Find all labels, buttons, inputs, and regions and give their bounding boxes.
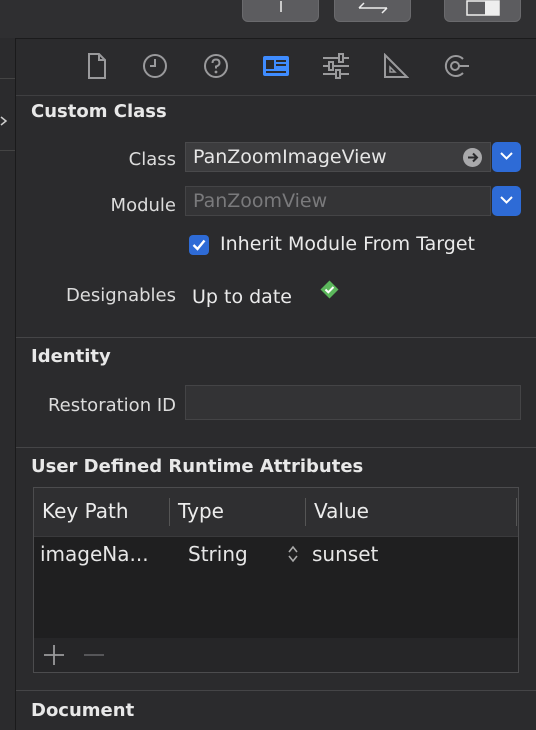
module-label: Module	[110, 195, 176, 216]
edge-divider	[0, 78, 15, 79]
layout-toggle-icon	[465, 0, 500, 16]
column-separator[interactable]	[305, 498, 306, 526]
identity-inspector: Custom Class Class PanZoomImageView Modu…	[16, 39, 536, 730]
chevron-right-icon[interactable]	[0, 116, 8, 126]
up-to-date-check-icon	[320, 280, 339, 299]
tab-file-inspector[interactable]	[83, 52, 111, 80]
connections-inspector-icon	[444, 55, 469, 77]
module-placeholder: PanZoomView	[193, 190, 328, 212]
value-cell[interactable]: sunset	[312, 542, 378, 566]
column-header-value[interactable]: Value	[314, 499, 369, 523]
tab-attributes-inspector[interactable]	[322, 52, 350, 80]
tab-identity-inspector[interactable]	[262, 52, 290, 80]
column-separator[interactable]	[169, 498, 170, 526]
tab-quick-help[interactable]	[202, 52, 230, 80]
layout-toggle-button[interactable]	[444, 0, 521, 22]
attributes-inspector-icon	[323, 53, 349, 79]
plus-icon[interactable]	[43, 644, 65, 666]
inherit-module-label[interactable]: Inherit Module From Target	[220, 233, 475, 255]
class-dropdown-button[interactable]	[492, 142, 521, 172]
size-inspector-icon	[384, 53, 409, 78]
class-value: PanZoomImageView	[193, 146, 387, 168]
swap-button[interactable]	[334, 0, 411, 22]
type-stepper-icon[interactable]	[287, 544, 299, 564]
edge-divider	[0, 150, 15, 151]
designables-status: Up to date	[192, 286, 292, 308]
swap-arrows-icon	[357, 1, 388, 14]
share-button[interactable]	[242, 0, 319, 22]
go-to-class-icon[interactable]	[463, 148, 482, 167]
module-dropdown-button[interactable]	[492, 186, 521, 216]
section-divider	[16, 690, 536, 691]
tab-size-inspector[interactable]	[382, 52, 410, 80]
identity-inspector-icon	[263, 56, 289, 76]
runtime-attributes-table[interactable]: Key Path Type Value imageNa... String su…	[33, 487, 519, 673]
column-separator	[516, 498, 517, 526]
inspector-tab-bar	[16, 39, 536, 95]
share-up-icon	[279, 0, 282, 12]
table-row[interactable]: imageNa... String sunset	[34, 537, 518, 573]
chevron-down-icon	[500, 152, 513, 160]
module-field[interactable]: PanZoomView	[185, 186, 491, 216]
tab-history-inspector[interactable]	[141, 52, 169, 80]
quick-help-icon	[204, 54, 228, 78]
editor-edge	[0, 38, 16, 730]
table-header: Key Path Type Value	[34, 488, 518, 537]
chevron-down-icon	[500, 196, 513, 204]
table-footer	[34, 638, 518, 672]
document-title: Document	[31, 700, 135, 721]
class-field[interactable]: PanZoomImageView	[185, 142, 491, 172]
type-cell[interactable]: String	[188, 542, 248, 566]
custom-class-title: Custom Class	[31, 101, 167, 122]
restoration-id-field[interactable]	[185, 385, 521, 420]
file-inspector-icon	[88, 53, 106, 79]
key-path-cell[interactable]: imageNa...	[40, 542, 149, 566]
identity-title: Identity	[31, 346, 111, 367]
window-toolbar	[0, 0, 536, 39]
designables-label: Designables	[65, 285, 176, 306]
minus-icon[interactable]	[83, 644, 105, 666]
history-inspector-icon	[143, 54, 167, 78]
restoration-id-label: Restoration ID	[47, 395, 176, 416]
inherit-module-checkbox[interactable]	[189, 235, 209, 255]
section-divider	[16, 337, 536, 338]
tab-bar-divider	[16, 95, 536, 96]
checkmark-icon	[192, 239, 206, 251]
section-divider	[16, 447, 536, 448]
runtime-attributes-title: User Defined Runtime Attributes	[31, 456, 364, 477]
class-label: Class	[128, 149, 176, 170]
column-header-type[interactable]: Type	[178, 499, 224, 523]
column-header-key-path[interactable]: Key Path	[42, 499, 129, 523]
tab-connections-inspector[interactable]	[442, 52, 470, 80]
